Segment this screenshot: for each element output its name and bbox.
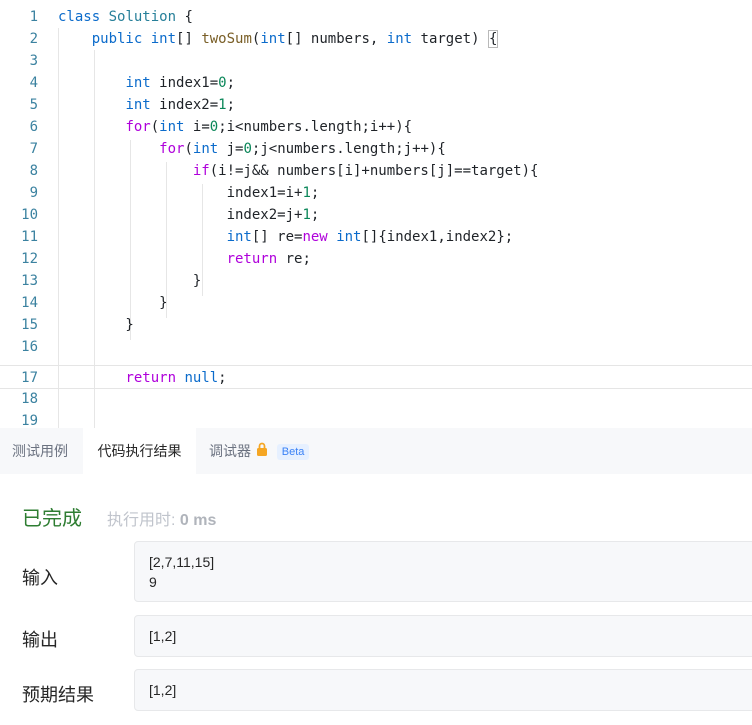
code-text: if(i!=j&& numbers[i]+numbers[j]==target)… xyxy=(192,163,539,179)
line-number: 12 xyxy=(21,251,38,267)
code-line[interactable]: 14 } xyxy=(0,292,752,314)
line-number: 19 xyxy=(21,413,38,428)
line-number: 5 xyxy=(29,97,38,113)
input-line: [2,7,11,15] xyxy=(149,554,215,570)
line-number: 2 xyxy=(29,31,38,47)
code-text: } xyxy=(58,317,134,333)
result-panel: 已完成 执行用时: 0 ms 输入 [2,7,11,15] 9 输出 [1,2]… xyxy=(0,474,752,725)
code-text: index2=j+1; xyxy=(58,207,320,223)
line-number: 4 xyxy=(29,75,38,91)
code-text: int[] re=new int[]{index1,index2}; xyxy=(226,229,514,245)
code-line[interactable]: 1 class Solution { xyxy=(0,6,752,28)
code-line[interactable]: 16 xyxy=(0,336,752,358)
runtime-value: 0 ms xyxy=(179,512,217,529)
expected-label: 预期结果 xyxy=(22,685,94,705)
tab-testcase[interactable]: 测试用例 xyxy=(0,428,80,474)
line-number: 9 xyxy=(29,185,38,201)
code-line-active[interactable]: 17 return null; xyxy=(0,365,752,389)
tab-label: 测试用例 xyxy=(12,443,68,459)
line-number: 14 xyxy=(21,295,38,311)
input-box[interactable]: [2,7,11,15] 9 xyxy=(134,541,752,602)
tab-debugger[interactable]: 调试器 Beta xyxy=(209,428,319,474)
code-text: } xyxy=(58,273,202,289)
tab-label: 调试器 xyxy=(209,443,251,459)
result-tabs: 测试用例 代码执行结果 调试器 Beta xyxy=(0,428,752,474)
code-text: index1=i+1; xyxy=(58,185,320,201)
code-text: return null; xyxy=(125,370,227,386)
code-line[interactable]: 6 for(int i=0;i<numbers.length;i++){ xyxy=(0,116,752,138)
code-line[interactable]: 10 index2=j+1; xyxy=(0,204,752,226)
tab-run-result[interactable]: 代码执行结果 xyxy=(83,428,196,474)
code-line[interactable]: 11 int[] re=new int[]{index1,index2}; xyxy=(0,226,752,248)
code-line[interactable]: 19 xyxy=(0,410,752,428)
line-number: 1 xyxy=(29,9,38,25)
code-line[interactable]: 4 int index1=0; xyxy=(0,72,752,94)
code-text: return re; xyxy=(226,251,311,267)
line-number: 15 xyxy=(21,317,38,333)
code-line[interactable]: 15 } xyxy=(0,314,752,336)
code-line[interactable]: 13 } xyxy=(0,270,752,292)
runtime-label: 执行用时: xyxy=(107,512,176,529)
code-text: } xyxy=(58,295,168,311)
line-number: 10 xyxy=(21,207,38,223)
line-number: 17 xyxy=(21,370,38,386)
code-text: for(int j=0;j<numbers.length;j++){ xyxy=(159,141,446,157)
line-number: 8 xyxy=(29,163,38,179)
line-number: 11 xyxy=(21,229,38,245)
code-text: class Solution { xyxy=(58,9,193,25)
code-line[interactable]: 2 public int[] twoSum(int[] numbers, int… xyxy=(0,28,752,50)
code-text: public int[] twoSum(int[] numbers, int t… xyxy=(91,30,499,48)
code-text: for(int i=0;i<numbers.length;i++){ xyxy=(125,119,413,135)
code-line[interactable]: 8 if(i!=j&& numbers[i]+numbers[j]==targe… xyxy=(0,160,752,182)
output-box[interactable]: [1,2] xyxy=(134,615,752,657)
line-number: 18 xyxy=(21,391,38,407)
input-label: 输入 xyxy=(22,568,58,588)
code-text: int index1=0; xyxy=(125,75,236,91)
tab-label: 代码执行结果 xyxy=(97,443,182,459)
output-label: 输出 xyxy=(22,630,58,650)
code-editor[interactable]: 1 class Solution { 2 public int[] twoSum… xyxy=(0,0,752,428)
code-line[interactable]: 7 for(int j=0;j<numbers.length;j++){ xyxy=(0,138,752,160)
line-number: 13 xyxy=(21,273,38,289)
code-line[interactable]: 3 xyxy=(0,50,752,72)
lock-icon xyxy=(255,429,269,475)
line-number: 7 xyxy=(29,141,38,157)
code-text: int index2=1; xyxy=(125,97,236,113)
runtime-info: 执行用时: 0 ms xyxy=(107,506,216,530)
code-line[interactable]: 18 xyxy=(0,388,752,410)
beta-badge: Beta xyxy=(276,444,310,461)
expected-value: [1,2] xyxy=(149,682,177,698)
code-line[interactable]: 9 index1=i+1; xyxy=(0,182,752,204)
output-value: [1,2] xyxy=(149,628,177,644)
line-number: 6 xyxy=(29,119,38,135)
line-number: 16 xyxy=(21,339,38,355)
status-text: 已完成 xyxy=(22,508,82,530)
code-line[interactable]: 5 int index2=1; xyxy=(0,94,752,116)
code-line[interactable]: 12 return re; xyxy=(0,248,752,270)
input-line: 9 xyxy=(149,574,157,590)
expected-box[interactable]: [1,2] xyxy=(134,669,752,711)
line-number: 3 xyxy=(29,53,38,69)
